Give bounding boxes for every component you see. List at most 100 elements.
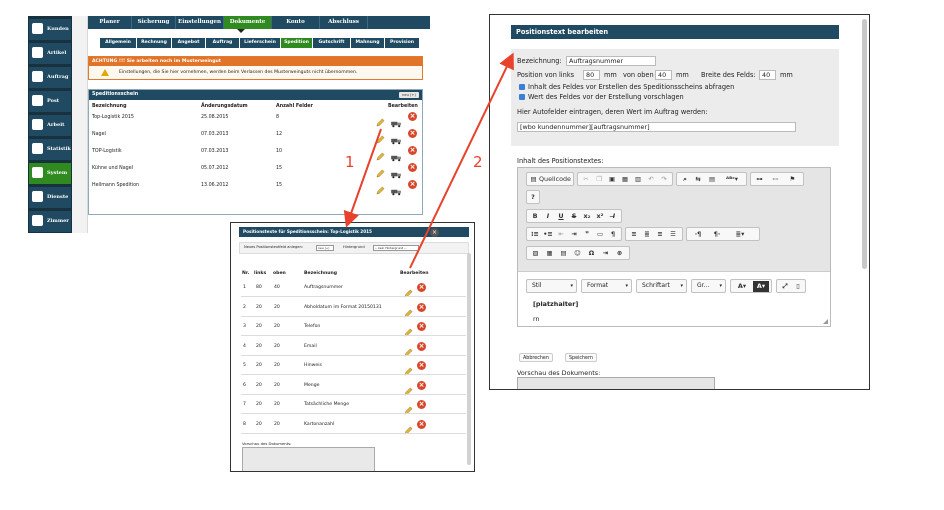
- truck-icon[interactable]: [391, 147, 402, 162]
- subtab-angebot[interactable]: Angebot: [172, 38, 205, 48]
- show-blocks-icon[interactable]: ▯: [793, 281, 803, 292]
- tab-dokumente[interactable]: Dokumente: [224, 16, 272, 29]
- delete-icon[interactable]: ×: [417, 283, 426, 292]
- align-right-icon[interactable]: ≡: [655, 229, 665, 240]
- anchor-icon[interactable]: ⚑: [787, 174, 798, 185]
- text-ltr-icon[interactable]: ·¶: [690, 229, 706, 240]
- edit-pencil-icon[interactable]: [376, 163, 385, 178]
- delete-icon[interactable]: ×: [408, 112, 417, 121]
- save-button[interactable]: Speichern: [565, 353, 597, 362]
- ltr-icon[interactable]: ¶: [608, 229, 618, 240]
- format-dropdown[interactable]: Format ▾: [581, 279, 632, 293]
- source-button[interactable]: ▤ Quellcode: [526, 172, 574, 186]
- bold-icon[interactable]: B: [530, 211, 540, 222]
- delete-icon[interactable]: ×: [417, 341, 426, 351]
- tab-sicherung[interactable]: Sicherung: [132, 16, 176, 29]
- delete-icon[interactable]: ×: [417, 400, 426, 409]
- truck-icon[interactable]: [391, 130, 402, 145]
- sidebar-item-kunden[interactable]: Kunden: [29, 19, 71, 40]
- copy-icon[interactable]: ❐: [594, 174, 604, 185]
- sidebar-item-dienste[interactable]: Dienste: [29, 187, 71, 208]
- background-color-icon[interactable]: A▾: [753, 281, 769, 292]
- von-oben-input[interactable]: 40: [655, 70, 672, 80]
- strikethrough-icon[interactable]: S: [569, 211, 579, 222]
- edit-pencil-icon[interactable]: [404, 400, 413, 415]
- sidebar-item-statistik[interactable]: Statistik: [29, 139, 71, 160]
- checkbox-vorschlagen[interactable]: [519, 94, 525, 100]
- scrollbar[interactable]: [862, 19, 867, 269]
- cut-icon[interactable]: ✂: [581, 174, 591, 185]
- delete-icon[interactable]: ×: [408, 163, 417, 172]
- replace-icon[interactable]: ⇆: [693, 174, 703, 185]
- text-rtl-icon[interactable]: ¶·: [709, 229, 725, 240]
- maximize-icon[interactable]: ⤢: [780, 281, 790, 292]
- subtab-gutschrift[interactable]: Gutschrift: [313, 38, 350, 48]
- resize-handle[interactable]: [823, 319, 828, 324]
- subtab-rechnung[interactable]: Rechnung: [137, 38, 171, 48]
- edit-pencil-icon[interactable]: [404, 322, 413, 337]
- superscript-icon[interactable]: x²: [595, 211, 605, 222]
- iframe-icon[interactable]: ⊕: [614, 248, 625, 259]
- subtab-lieferschein[interactable]: Lieferschein: [240, 38, 280, 48]
- sidebar-item-post[interactable]: Post: [29, 91, 71, 112]
- link-icon[interactable]: ⊶: [754, 174, 765, 185]
- subscript-icon[interactable]: x₂: [582, 211, 592, 222]
- edit-pencil-icon[interactable]: [376, 180, 385, 195]
- edit-pencil-icon[interactable]: [404, 381, 413, 395]
- edit-pencil-icon[interactable]: [404, 342, 413, 356]
- sidebar-item-auftrag[interactable]: Auftrag: [29, 67, 71, 88]
- redo-icon[interactable]: ↷: [659, 174, 669, 185]
- tab-planer[interactable]: Planer: [88, 16, 132, 29]
- size-dropdown[interactable]: Gr... ▾: [691, 279, 726, 293]
- delete-icon[interactable]: ×: [417, 302, 426, 312]
- delete-icon[interactable]: ×: [417, 419, 426, 429]
- blockquote-icon[interactable]: ❞: [582, 229, 592, 240]
- sidebar-item-zimmer[interactable]: Zimmer: [29, 211, 71, 232]
- position-links-input[interactable]: 80: [583, 70, 600, 80]
- smiley-icon[interactable]: ☺: [572, 248, 583, 259]
- delete-icon[interactable]: ×: [417, 361, 426, 370]
- table-icon[interactable]: ▦: [544, 248, 555, 259]
- tab-einstellungen[interactable]: Einstellungen: [176, 16, 224, 29]
- numbered-list-icon[interactable]: ⁝≡: [530, 229, 540, 240]
- text-color-icon[interactable]: A▾: [734, 281, 750, 292]
- delete-icon[interactable]: ×: [408, 180, 417, 189]
- language-icon[interactable]: ≣▾: [729, 229, 751, 240]
- style-dropdown[interactable]: Stil ▾: [526, 279, 577, 293]
- edit-pencil-icon[interactable]: [376, 112, 385, 127]
- scrollbar[interactable]: [467, 253, 471, 465]
- edit-pencil-icon[interactable]: [376, 146, 385, 161]
- div-icon[interactable]: ▭: [595, 229, 605, 240]
- close-icon[interactable]: ×: [430, 228, 439, 237]
- breite-input[interactable]: 40: [759, 70, 776, 80]
- undo-icon[interactable]: ↶: [646, 174, 656, 185]
- subtab-provision[interactable]: Provision: [385, 38, 419, 48]
- paste-word-icon[interactable]: ▥: [633, 174, 643, 185]
- background-select[interactable]: -- kein Hintergrund --: [373, 245, 419, 251]
- truck-icon[interactable]: [391, 164, 402, 179]
- remove-format-icon[interactable]: I̶: [609, 211, 619, 222]
- image-icon[interactable]: ▨: [530, 248, 541, 259]
- help-button[interactable]: ?: [526, 190, 540, 204]
- align-justify-icon[interactable]: ☰: [668, 229, 678, 240]
- subtab-mahnung[interactable]: Mahnung: [351, 38, 384, 48]
- edit-pencil-icon[interactable]: [404, 303, 413, 317]
- delete-icon[interactable]: ×: [408, 146, 417, 155]
- checkbox-abfragen[interactable]: [519, 84, 525, 90]
- delete-icon[interactable]: ×: [408, 129, 417, 138]
- sidebar-item-system[interactable]: System: [29, 163, 71, 184]
- subtab-auftrag[interactable]: Auftrag: [206, 38, 239, 48]
- find-icon[interactable]: ⌕: [680, 174, 690, 185]
- truck-icon[interactable]: [391, 181, 402, 196]
- delete-icon[interactable]: ×: [417, 322, 426, 331]
- subtab-allgemein[interactable]: Allgemein: [100, 38, 136, 48]
- special-char-icon[interactable]: Ω: [586, 248, 597, 259]
- select-all-icon[interactable]: ▤: [707, 174, 717, 185]
- edit-pencil-icon[interactable]: [404, 283, 413, 298]
- editor-content[interactable]: [platzhalter] rn: [518, 296, 830, 326]
- align-left-icon[interactable]: ≡: [629, 229, 639, 240]
- tab-konto[interactable]: Konto: [272, 16, 320, 29]
- sidebar-item-arbeit[interactable]: Arbeit: [29, 115, 71, 136]
- indent-icon[interactable]: ⇥: [569, 229, 579, 240]
- unlink-icon[interactable]: ⊷: [770, 174, 781, 185]
